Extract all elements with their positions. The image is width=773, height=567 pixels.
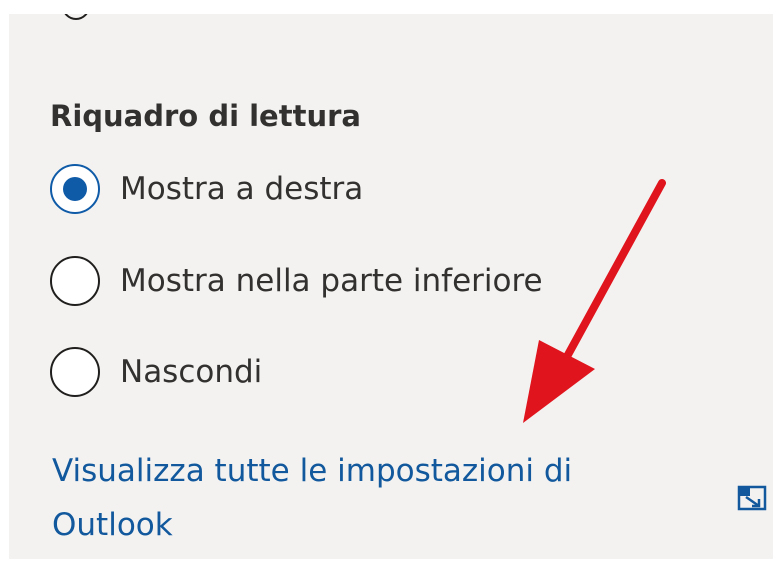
radio-button-unselected[interactable]	[50, 347, 100, 397]
previous-radio-button[interactable]	[62, 14, 90, 28]
radio-option-show-bottom[interactable]: Mostra nella parte inferiore	[50, 256, 543, 306]
radio-option-show-right[interactable]: Mostra a destra	[50, 164, 363, 214]
radio-label-show-bottom: Mostra nella parte inferiore	[120, 263, 543, 299]
radio-button-selected[interactable]	[50, 164, 100, 214]
radio-label-hide: Nascondi	[120, 354, 263, 390]
view-all-settings-link[interactable]: Visualizza tutte le impostazioni di Outl…	[52, 444, 632, 552]
popout-icon[interactable]	[737, 485, 767, 511]
radio-label-show-right: Mostra a destra	[120, 171, 364, 207]
quick-settings-panel: Riquadro di lettura Mostra a destra Most…	[9, 14, 773, 559]
radio-option-hide[interactable]: Nascondi	[50, 347, 262, 397]
reading-pane-heading: Riquadro di lettura	[50, 99, 361, 133]
radio-button-unselected[interactable]	[50, 256, 100, 306]
